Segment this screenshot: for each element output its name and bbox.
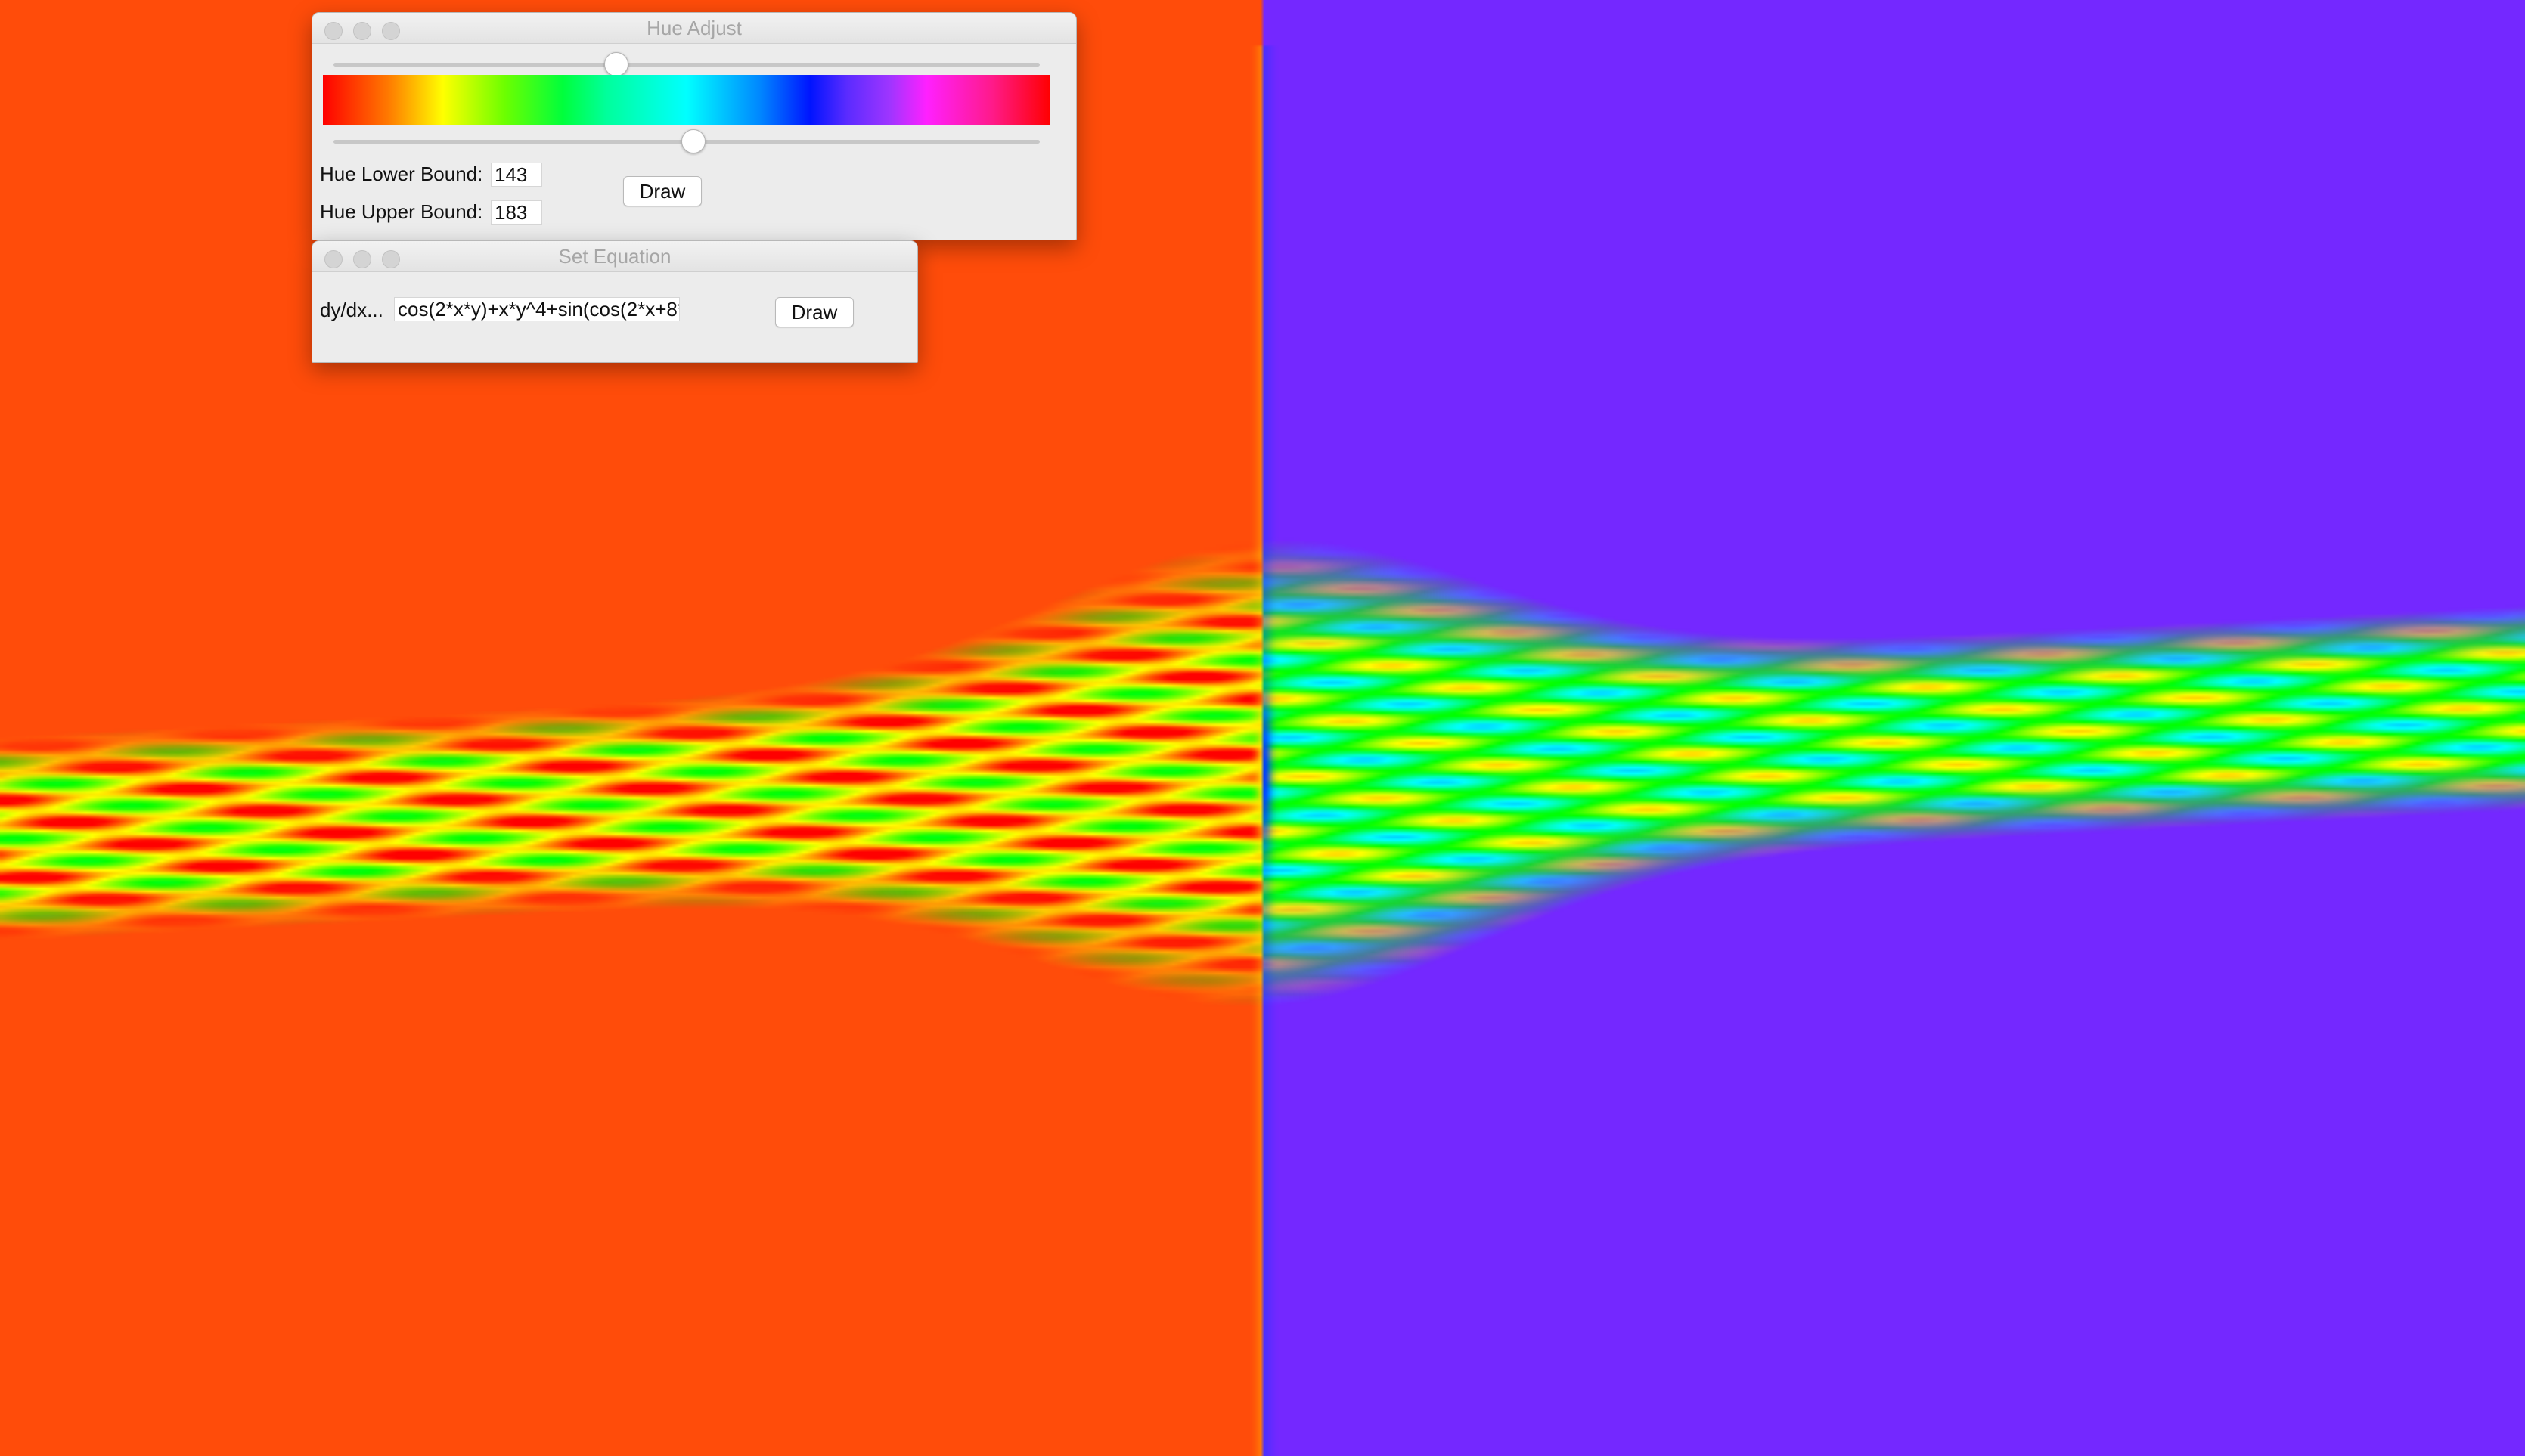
set-equation-window: Set Equation dy/dx... cos(2*x*y)+x*y^4+s… bbox=[312, 240, 918, 363]
hue-adjust-titlebar[interactable]: Hue Adjust bbox=[312, 13, 1076, 44]
hue-upper-bound-label: Hue Upper Bound: bbox=[320, 200, 483, 223]
equation-input[interactable]: cos(2*x*y)+x*y^4+sin(cos(2*x+8*y)) bbox=[394, 297, 680, 321]
dydx-label: dy/dx... bbox=[320, 299, 383, 321]
hue-lower-bound-label: Hue Lower Bound: bbox=[320, 163, 483, 185]
hue-adjust-title: Hue Adjust bbox=[647, 17, 742, 39]
hue-upper-bound-field[interactable]: 183 bbox=[491, 200, 542, 225]
hue-spectrum-bar bbox=[323, 75, 1050, 125]
set-equation-titlebar[interactable]: Set Equation bbox=[312, 241, 917, 272]
hue-draw-button[interactable]: Draw bbox=[623, 176, 702, 206]
hue-lower-slider-track[interactable] bbox=[333, 63, 1040, 67]
set-equation-title: Set Equation bbox=[558, 245, 672, 268]
hue-adjust-window: Hue Adjust Hue Lower Bound: 143 Hue Uppe… bbox=[312, 12, 1077, 240]
hue-lower-slider-thumb[interactable] bbox=[603, 52, 628, 76]
equation-draw-button[interactable]: Draw bbox=[775, 297, 854, 327]
hue-upper-slider-thumb[interactable] bbox=[681, 129, 706, 153]
hue-lower-bound-field[interactable]: 143 bbox=[491, 163, 542, 187]
